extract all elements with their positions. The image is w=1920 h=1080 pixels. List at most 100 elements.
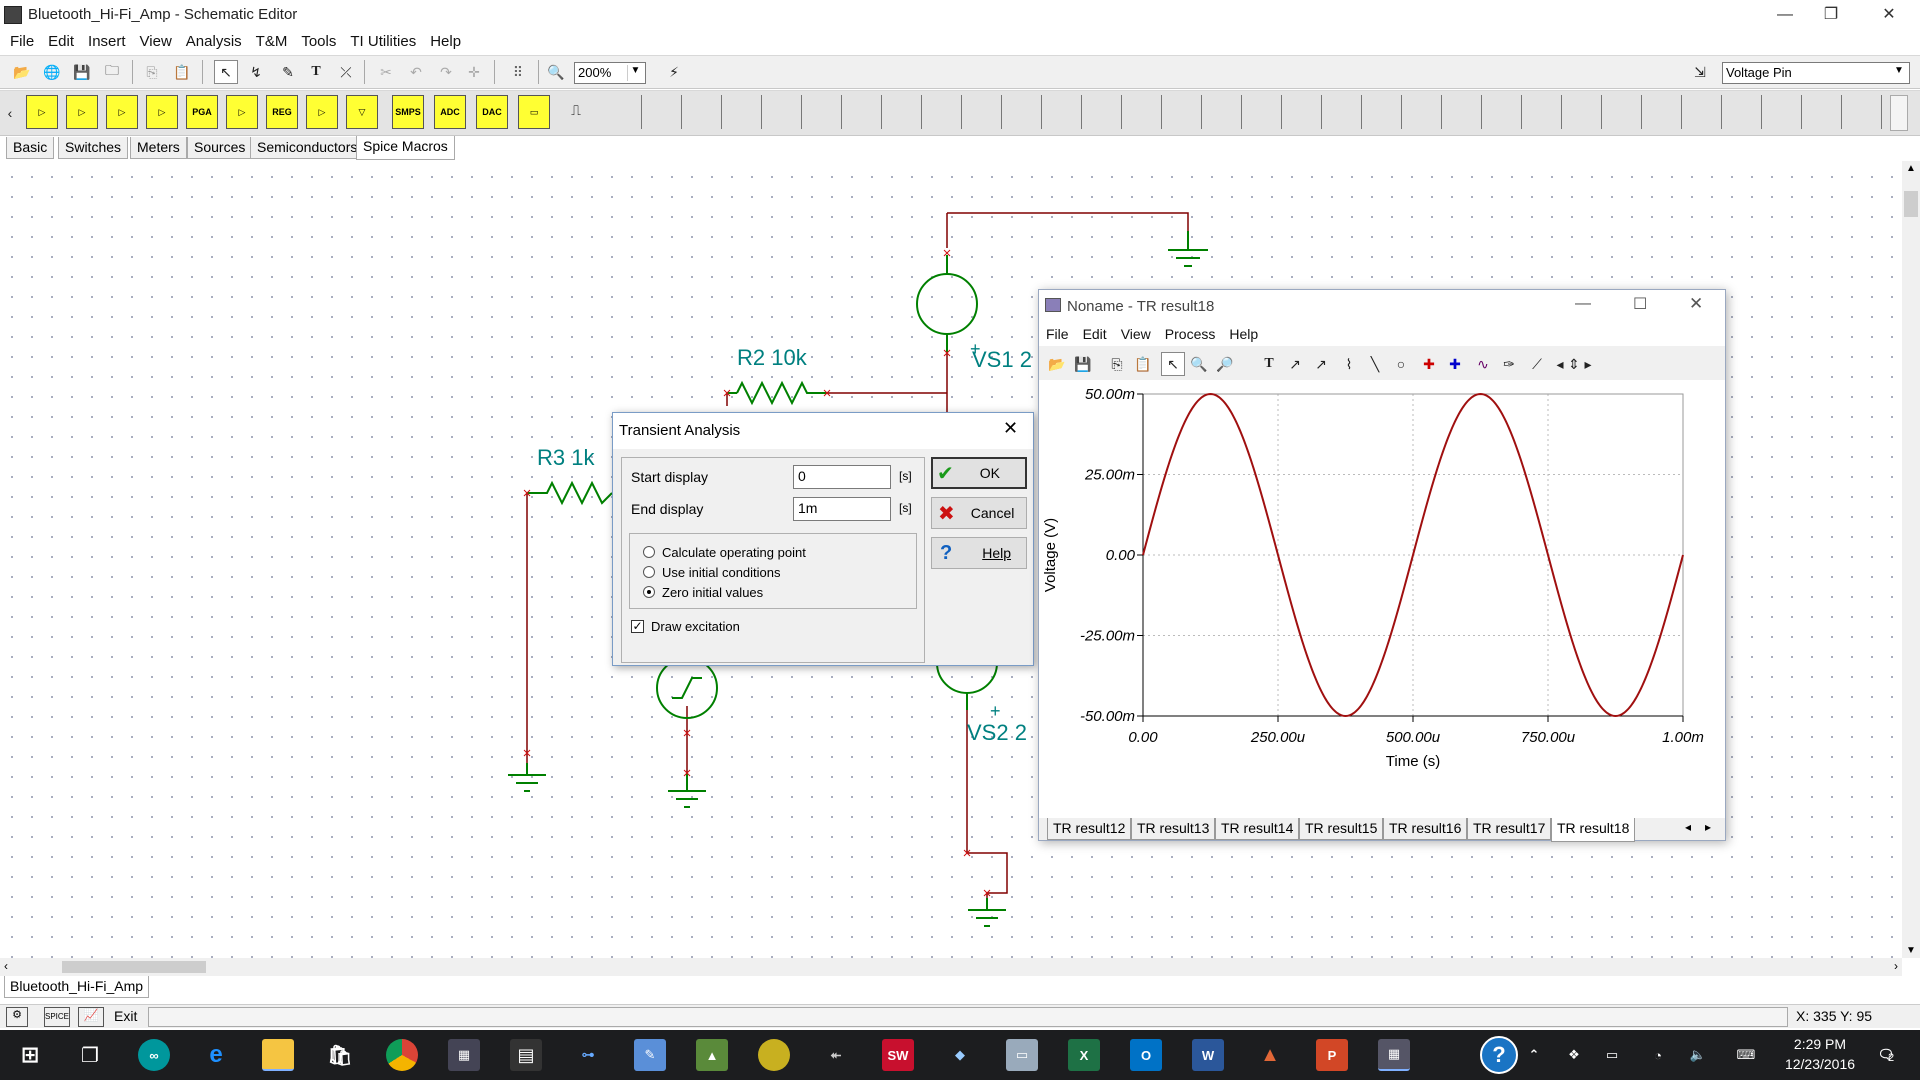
empty-component-slot[interactable] [762, 95, 802, 129]
empty-component-slot[interactable] [802, 95, 842, 129]
save-icon[interactable]: 💾 [1071, 352, 1095, 376]
empty-component-slot[interactable] [962, 95, 1002, 129]
file-explorer-icon[interactable] [262, 1039, 294, 1071]
arrow-tool-2-icon[interactable]: ↗ [1309, 352, 1333, 376]
start-display-input[interactable]: 0 [793, 465, 891, 489]
empty-component-slot[interactable] [722, 95, 762, 129]
empty-component-slot[interactable] [1282, 95, 1322, 129]
wire-icon[interactable]: ⤫ [334, 60, 358, 84]
arduino-icon[interactable]: ∞ [138, 1039, 170, 1071]
result-menu-edit[interactable]: Edit [1076, 322, 1114, 346]
empty-component-slot[interactable] [842, 95, 882, 129]
empty-component-slot[interactable] [1522, 95, 1562, 129]
slope-icon[interactable]: ⌇ [1337, 352, 1361, 376]
opamp-component-4[interactable]: ▷ [146, 95, 178, 129]
network-icon[interactable]: ⊶ [572, 1039, 604, 1071]
curves-icon[interactable]: ∿ [1471, 352, 1495, 376]
pin-tool-icon[interactable]: ⇲ [1688, 60, 1712, 84]
tab-spice-macros[interactable]: Spice Macros [356, 136, 455, 160]
close-icon[interactable]: ✕ [1689, 294, 1703, 314]
empty-component-slot[interactable] [882, 95, 922, 129]
tab-basic[interactable]: Basic [6, 137, 55, 159]
web-icon[interactable]: 🌐 [40, 60, 64, 84]
opamp-component-1[interactable]: ▷ [26, 95, 58, 129]
copy-icon[interactable]: ⎘ [140, 60, 164, 84]
empty-component-slot[interactable] [1562, 95, 1602, 129]
scroll-updown-icon[interactable]: ⇕ [1567, 352, 1581, 376]
draw-excitation-checkbox[interactable]: ✓ [631, 620, 644, 633]
notifications-icon[interactable]: 🗨 [1872, 1039, 1900, 1071]
empty-component-slot[interactable] [1162, 95, 1202, 129]
empty-component-slot[interactable] [1762, 95, 1802, 129]
menu-item-help[interactable]: Help [423, 30, 468, 54]
curve-edit-icon[interactable]: ⟋ [1525, 352, 1549, 376]
junction-icon[interactable]: ✛ [462, 60, 486, 84]
matlab-icon[interactable]: ▲ [1254, 1039, 1286, 1071]
solidworks-icon[interactable]: SW [882, 1039, 914, 1071]
exit-button[interactable]: Exit [114, 1008, 137, 1024]
excel-icon[interactable]: X [1068, 1039, 1100, 1071]
scroll-up-icon[interactable]: ▲ [1906, 163, 1916, 174]
clock-date[interactable]: 12/23/2016 [1780, 1056, 1860, 1072]
cursor-a-icon[interactable]: ✚ [1417, 352, 1441, 376]
maximize-icon[interactable]: ☐ [1633, 294, 1647, 314]
menu-item-file[interactable]: File [3, 30, 41, 54]
copy-icon[interactable]: ⎘ [1105, 352, 1129, 376]
pointer-icon[interactable]: ↖ [1161, 352, 1185, 376]
chrome-icon[interactable] [386, 1039, 418, 1071]
comparator-component[interactable]: ▷ [306, 95, 338, 129]
empty-component-slot[interactable] [1042, 95, 1082, 129]
empty-component-slot[interactable] [682, 95, 722, 129]
paste-icon[interactable]: 📋 [170, 60, 194, 84]
ok-button[interactable]: ✔ OK [931, 457, 1027, 489]
wire-select-icon[interactable]: ↯ [244, 60, 268, 84]
scroll-left-icon[interactable]: ‹ [4, 959, 8, 973]
minimize-button[interactable]: — [1762, 0, 1808, 30]
arrow-tool-icon[interactable]: ↗ [1283, 352, 1307, 376]
pga-component[interactable]: PGA [186, 95, 218, 129]
grid-icon[interactable]: ⠿ [506, 60, 530, 84]
app-grid-icon[interactable]: ▦ [448, 1039, 480, 1071]
outlook-icon[interactable]: O [1130, 1039, 1162, 1071]
delay-line-component[interactable]: ⎍ [560, 95, 592, 129]
empty-component-slot[interactable] [1202, 95, 1242, 129]
spice-icon[interactable]: SPICE [44, 1007, 70, 1027]
adc-component[interactable]: ADC [434, 95, 466, 129]
paste-icon[interactable]: 📋 [1131, 352, 1155, 376]
empty-component-slot[interactable] [1322, 95, 1362, 129]
circle-icon[interactable]: ○ [1389, 352, 1413, 376]
empty-component-slot[interactable] [602, 95, 642, 129]
pen-icon[interactable]: ✎ [276, 60, 300, 84]
chat-icon[interactable]: ▭ [1006, 1039, 1038, 1071]
edge-icon[interactable]: e [200, 1039, 232, 1071]
transient-chart[interactable]: 50.00m 25.00m 0.00 -25.00m -50.00m 0.00 250.00… [1039, 380, 1725, 818]
result-tab[interactable]: TR result14 [1215, 818, 1300, 840]
opamp-component-2[interactable]: ▷ [66, 95, 98, 129]
empty-component-slot[interactable] [1082, 95, 1122, 129]
calculator-icon[interactable]: ▤ [510, 1039, 542, 1071]
redo-icon[interactable]: ↷ [434, 60, 458, 84]
battery-icon[interactable]: ▭ [1602, 1039, 1622, 1071]
opamp-component-3[interactable]: ▷ [106, 95, 138, 129]
empty-component-slot[interactable] [642, 95, 682, 129]
menu-item-edit[interactable]: Edit [41, 30, 81, 54]
menu-item-view[interactable]: View [133, 30, 179, 54]
minimize-icon[interactable]: — [1575, 295, 1591, 313]
tina-icon[interactable]: ⚙ [6, 1007, 28, 1027]
result-tab[interactable]: TR result12 [1047, 818, 1132, 840]
scroll-down-icon[interactable]: ▼ [1906, 945, 1916, 956]
ic-component[interactable]: ▭ [518, 95, 550, 129]
undo-icon[interactable]: ↶ [404, 60, 428, 84]
empty-component-slot[interactable] [1362, 95, 1402, 129]
text-icon[interactable]: T [304, 60, 328, 84]
graph-icon[interactable]: 📈 [78, 1007, 104, 1027]
radio-use-initial-conditions[interactable] [643, 566, 655, 578]
help-button[interactable]: ? Help [931, 537, 1027, 569]
tab-meters[interactable]: Meters [130, 137, 187, 159]
folder-icon[interactable]: 🗀 [100, 60, 124, 84]
result-tab[interactable]: TR result16 [1383, 818, 1468, 840]
document-tab[interactable]: Bluetooth_Hi-Fi_Amp [4, 976, 150, 998]
end-display-input[interactable]: 1m [793, 497, 891, 521]
zoom-select[interactable]: 200% ▼ [574, 62, 646, 84]
reg-component[interactable]: REG [266, 95, 298, 129]
